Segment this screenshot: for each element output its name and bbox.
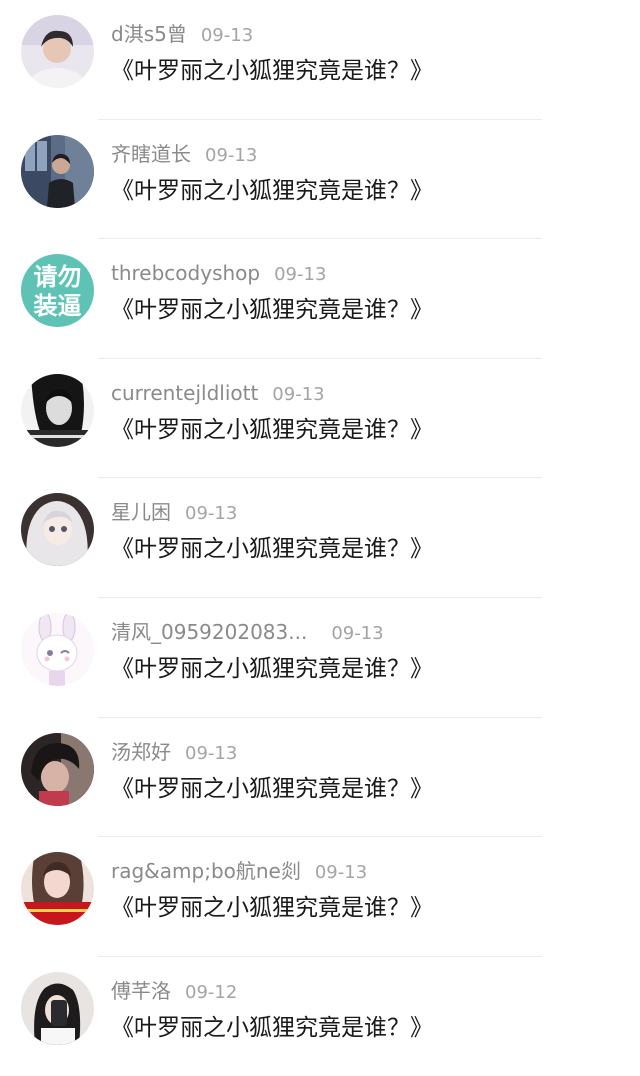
comment-item[interactable]: currentejldliott 09-13 《叶罗丽之小狐狸究竟是谁？》	[0, 359, 640, 479]
comment-title[interactable]: 《叶罗丽之小狐狸究竟是谁？》	[111, 891, 433, 925]
timestamp: 09-13	[314, 862, 368, 884]
portrait-boy-avatar[interactable]	[21, 15, 94, 88]
comment-item[interactable]: 请勿 装逼 threbcodyshop 09-13 《叶罗丽之小狐狸究竟是谁？》	[0, 239, 640, 359]
timestamp: 09-13	[185, 503, 238, 525]
comment-meta: 汤郑好 09-13	[111, 738, 237, 766]
window-portrait-avatar[interactable]	[21, 134, 94, 208]
username[interactable]: 齐瞎道长	[111, 142, 191, 166]
comment-item[interactable]: 傅芊洛 09-12 《叶罗丽之小狐狸究竟是谁？》	[0, 957, 640, 1076]
username[interactable]: 傅芊洛	[111, 979, 171, 1003]
comment-title[interactable]: 《叶罗丽之小狐狸究竟是谁？》	[111, 1011, 433, 1045]
comment-meta: 星儿困 09-13	[111, 498, 237, 526]
timestamp: 09-13	[274, 264, 327, 286]
comment-title[interactable]: 《叶罗丽之小狐狸究竟是谁？》	[111, 772, 433, 806]
timestamp: 09-13	[272, 383, 325, 405]
comment-title[interactable]: 《叶罗丽之小狐狸究竟是谁？》	[111, 652, 433, 686]
anime-girl-avatar[interactable]	[21, 493, 94, 567]
comment-meta: currentejldliott 09-13	[111, 379, 325, 407]
comment-item[interactable]: rag&amp;bo航ne剡 09-13 《叶罗丽之小狐狸究竟是谁？》	[0, 837, 640, 957]
username[interactable]: rag&amp;bo航ne剡	[111, 859, 301, 883]
comment-title[interactable]: 《叶罗丽之小狐狸究竟是谁？》	[111, 413, 433, 447]
comment-item[interactable]: d淇s5曾 09-13 《叶罗丽之小狐狸究竟是谁？》	[0, 0, 640, 120]
comment-title[interactable]: 《叶罗丽之小狐狸究竟是谁？》	[111, 174, 433, 208]
comment-meta: threbcodyshop 09-13	[111, 259, 326, 287]
comment-title[interactable]: 《叶罗丽之小狐狸究竟是谁？》	[111, 532, 433, 566]
comment-item[interactable]: 清风_0959202083... 09-13 《叶罗丽之小狐狸究竟是谁？》	[0, 598, 640, 718]
text-avatar[interactable]: 请勿 装逼	[21, 254, 94, 328]
comment-meta: 傅芊洛 09-12	[111, 977, 237, 1005]
comment-meta: 齐瞎道长 09-13	[111, 140, 257, 168]
timestamp: 09-12	[185, 981, 238, 1003]
bw-portrait-avatar[interactable]	[21, 373, 94, 447]
avatar-text-line-1: 请勿	[34, 263, 82, 291]
comment-list: d淇s5曾 09-13 《叶罗丽之小狐狸究竟是谁？》 齐瞎道长 09-13 《叶罗丽…	[0, 0, 640, 1063]
dark-portrait-avatar[interactable]	[21, 732, 94, 806]
username[interactable]: 星儿困	[111, 500, 171, 524]
comment-item[interactable]: 汤郑好 09-13 《叶罗丽之小狐狸究竟是谁？》	[0, 718, 640, 838]
timestamp: 09-13	[205, 144, 258, 166]
timestamp: 09-13	[200, 25, 254, 46]
timestamp: 09-13	[185, 742, 238, 764]
username[interactable]: d淇s5曾	[111, 22, 187, 46]
timestamp: 09-13	[331, 623, 384, 644]
cartoon-bunny-avatar[interactable]	[21, 613, 94, 686]
avatar-text-line-2: 装逼	[34, 292, 82, 320]
comment-item[interactable]: 星儿困 09-13 《叶罗丽之小狐狸究竟是谁？》	[0, 478, 640, 598]
red-banner-portrait-avatar[interactable]	[21, 852, 94, 926]
phone-selfie-avatar[interactable]	[21, 971, 94, 1045]
comment-meta: rag&amp;bo航ne剡 09-13	[111, 857, 367, 885]
comment-item[interactable]: 齐瞎道长 09-13 《叶罗丽之小狐狸究竟是谁？》	[0, 120, 640, 240]
username[interactable]: currentejldliott	[111, 381, 258, 405]
username[interactable]: threbcodyshop	[111, 261, 260, 285]
comment-meta: d淇s5曾 09-13	[111, 20, 253, 48]
comment-title[interactable]: 《叶罗丽之小狐狸究竟是谁？》	[111, 293, 433, 327]
username[interactable]: 清风_0959202083...	[111, 620, 307, 644]
username[interactable]: 汤郑好	[111, 740, 171, 764]
comment-title[interactable]: 《叶罗丽之小狐狸究竟是谁？》	[111, 54, 433, 88]
comment-meta: 清风_0959202083... 09-13	[111, 618, 384, 646]
